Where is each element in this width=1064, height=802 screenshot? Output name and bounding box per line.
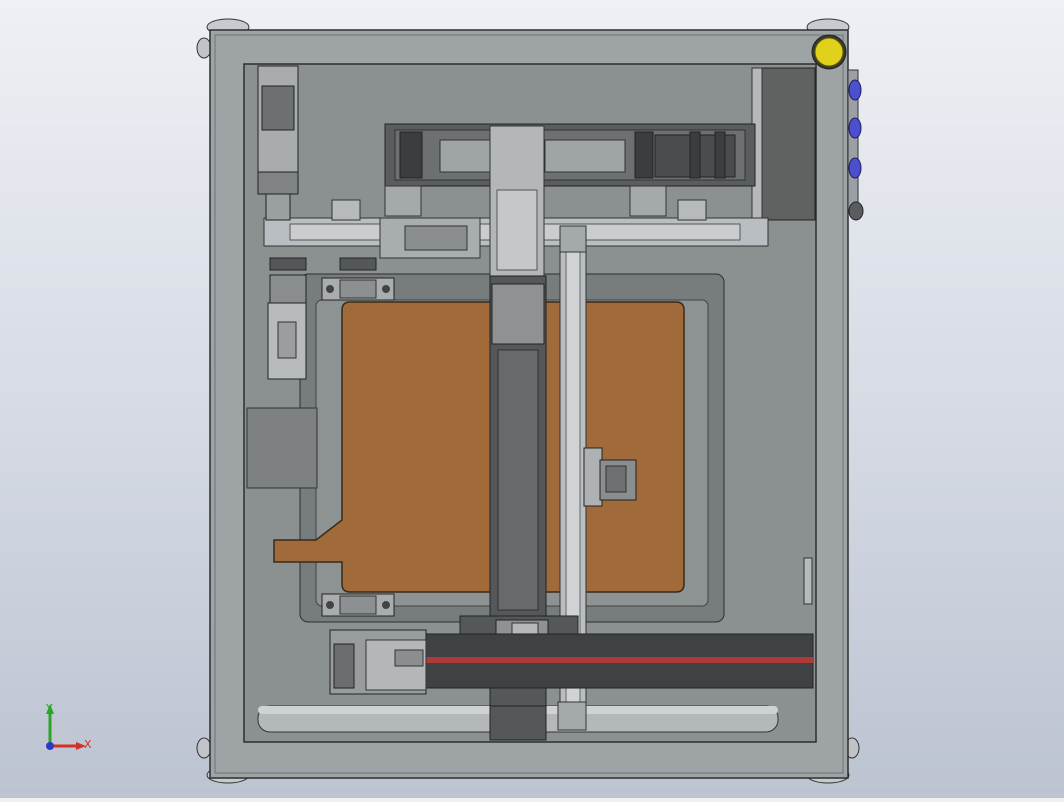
control-box bbox=[754, 67, 816, 221]
z-axis-dot bbox=[46, 742, 54, 750]
bottom-conveyor bbox=[424, 633, 814, 689]
door-handle[interactable] bbox=[803, 557, 813, 605]
triad-x-label: X bbox=[84, 738, 92, 751]
clamp-bottom[interactable] bbox=[321, 593, 395, 617]
triad-y-label: Y bbox=[45, 702, 53, 715]
clamp-top[interactable] bbox=[321, 277, 395, 301]
left-plate bbox=[246, 407, 318, 489]
side-connectors[interactable] bbox=[847, 69, 864, 221]
bottom-left-fixture[interactable] bbox=[329, 629, 427, 695]
side-motor[interactable] bbox=[267, 274, 307, 380]
cad-viewport[interactable]: Y X bbox=[0, 0, 1064, 798]
indicator-light[interactable] bbox=[811, 34, 847, 70]
coordinate-triad: Y X bbox=[45, 702, 92, 751]
